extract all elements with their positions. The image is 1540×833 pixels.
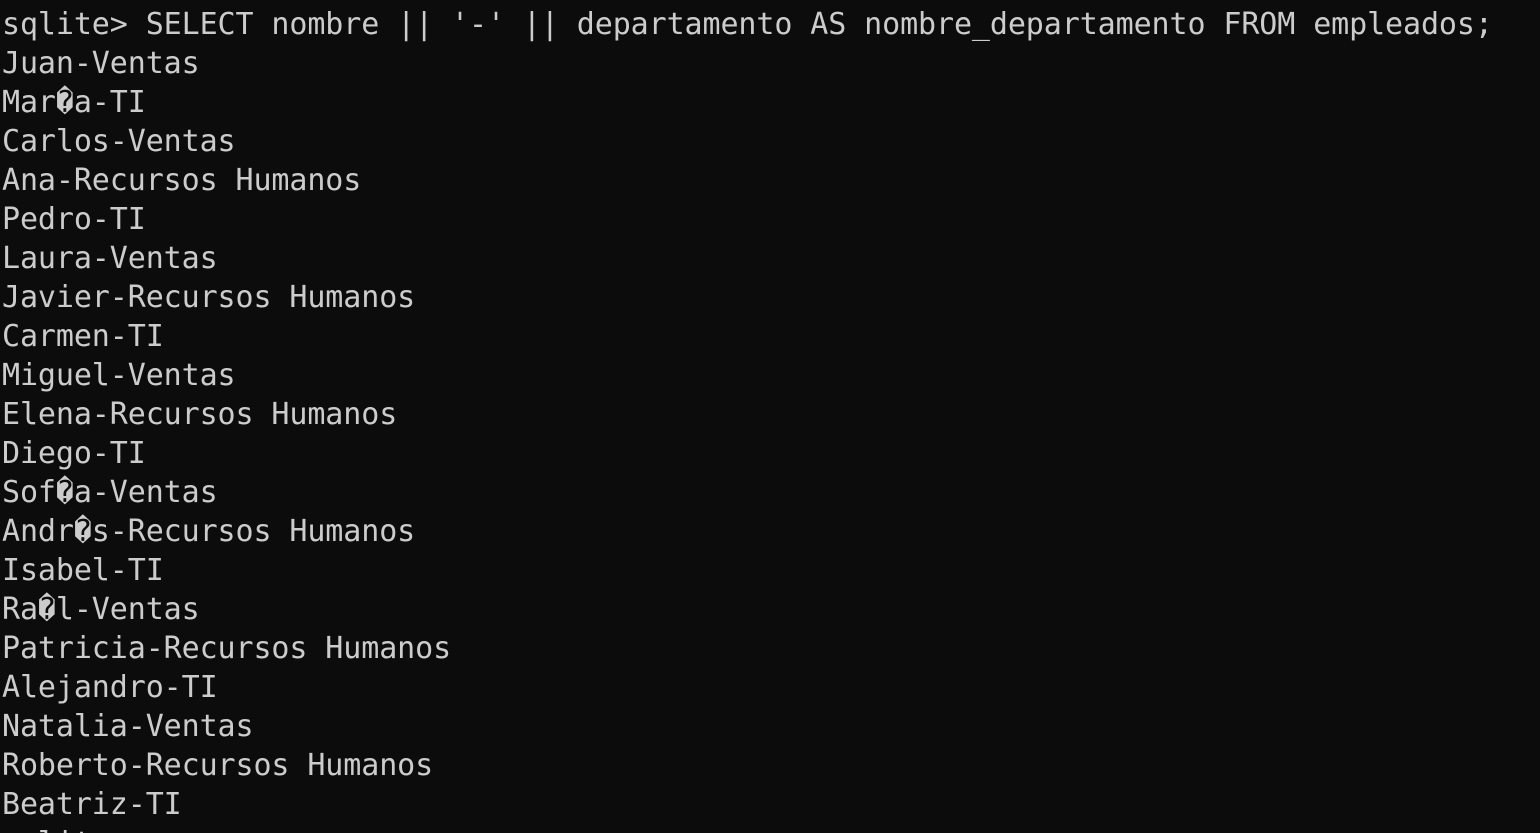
result-row: Ra�l-Ventas	[2, 592, 200, 627]
result-row: Andr�s-Recursos Humanos	[2, 514, 416, 549]
result-row: Sof�a-Ventas	[2, 475, 218, 510]
terminal-window[interactable]: sqlite> SELECT nombre || '-' || departam…	[0, 0, 1540, 833]
next-prompt: sqlite>	[2, 824, 128, 833]
command-line: sqlite> SELECT nombre || '-' || departam…	[2, 7, 1493, 42]
result-row: Carmen-TI	[2, 319, 164, 354]
result-row: Juan-Ventas	[2, 46, 200, 81]
result-row: Ana-Recursos Humanos	[2, 163, 362, 198]
result-row: Carlos-Ventas	[2, 124, 236, 159]
result-row: Mar�a-TI	[2, 85, 146, 120]
result-row: Pedro-TI	[2, 202, 146, 237]
result-row: Roberto-Recursos Humanos	[2, 748, 434, 783]
result-row: Javier-Recursos Humanos	[2, 280, 416, 315]
result-row: Elena-Recursos Humanos	[2, 397, 398, 432]
result-row: Laura-Ventas	[2, 241, 218, 276]
result-row: Isabel-TI	[2, 553, 164, 588]
result-row: Diego-TI	[2, 436, 146, 471]
result-row: Beatriz-TI	[2, 787, 182, 822]
result-row: Natalia-Ventas	[2, 709, 254, 744]
result-row: Miguel-Ventas	[2, 358, 236, 393]
result-row: Patricia-Recursos Humanos	[2, 631, 452, 666]
result-row: Alejandro-TI	[2, 670, 218, 705]
